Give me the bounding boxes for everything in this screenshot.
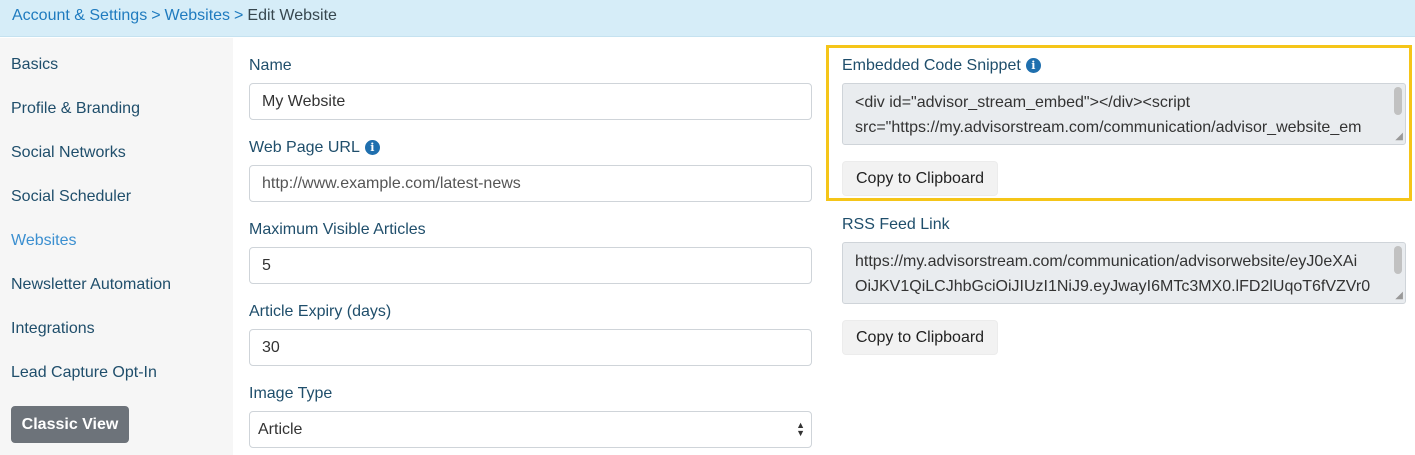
copy-embed-button[interactable]: Copy to Clipboard xyxy=(842,161,999,196)
rss-line-1: https://my.advisorstream.com/communicati… xyxy=(855,253,1358,270)
info-icon[interactable]: i xyxy=(1025,58,1041,73)
rss-line-2: OiJKV1QiLCJhbGciOiJIUzI1NiJ9.eyJwayI6MTc… xyxy=(855,278,1371,295)
sidebar-item-basics[interactable]: Basics xyxy=(11,56,58,74)
scrollbar-thumb[interactable] xyxy=(1394,246,1402,274)
url-label: Web Page URL i xyxy=(249,139,380,157)
breadcrumb-websites[interactable]: Websites xyxy=(165,7,231,24)
copy-rss-button[interactable]: Copy to Clipboard xyxy=(842,320,999,355)
breadcrumb-separator: > xyxy=(151,7,161,24)
embed-code-line-2: src="https://my.advisorstream.com/commun… xyxy=(855,119,1362,136)
scrollbar-thumb[interactable] xyxy=(1394,87,1402,115)
expiry-label: Article Expiry (days) xyxy=(249,303,392,320)
embed-label: Embedded Code Snippet i xyxy=(842,57,1041,75)
name-input[interactable]: My Website xyxy=(249,83,812,120)
info-icon[interactable]: i xyxy=(364,140,380,155)
expiry-input[interactable]: 30 xyxy=(249,329,812,366)
embed-label-text: Embedded Code Snippet xyxy=(842,57,1021,74)
breadcrumb: Account & Settings > Websites > Edit Website xyxy=(0,0,1415,37)
sidebar-item-newsletter-automation[interactable]: Newsletter Automation xyxy=(11,276,171,294)
resize-grip-icon[interactable]: ◢ xyxy=(1395,291,1403,301)
sidebar-item-social-scheduler[interactable]: Social Scheduler xyxy=(11,188,131,206)
classic-view-button[interactable]: Classic View xyxy=(11,406,129,443)
sidebar-item-profile-branding[interactable]: Profile & Branding xyxy=(11,100,140,118)
embed-code-textarea[interactable]: <div id="advisor_stream_embed"></div><sc… xyxy=(842,83,1406,145)
image-type-label: Image Type xyxy=(249,385,333,402)
image-type-value: Article xyxy=(258,421,303,438)
breadcrumb-separator: > xyxy=(234,7,244,24)
embed-code-line-1: <div id="advisor_stream_embed"></div><sc… xyxy=(855,94,1191,111)
sidebar-item-integrations[interactable]: Integrations xyxy=(11,320,95,338)
max-articles-input[interactable]: 5 xyxy=(249,247,812,284)
sidebar-item-lead-capture[interactable]: Lead Capture Opt-In xyxy=(11,364,157,382)
rss-label: RSS Feed Link xyxy=(842,216,950,233)
url-input[interactable]: http://www.example.com/latest-news xyxy=(249,165,812,202)
breadcrumb-current: Edit Website xyxy=(247,7,337,24)
image-type-select[interactable]: Article ▲ ▼ xyxy=(249,411,812,448)
max-articles-label: Maximum Visible Articles xyxy=(249,221,426,238)
select-arrows-icon: ▲ ▼ xyxy=(796,420,805,438)
name-label: Name xyxy=(249,57,292,74)
rss-feed-textarea[interactable]: https://my.advisorstream.com/communicati… xyxy=(842,242,1406,304)
sidebar-item-social-networks[interactable]: Social Networks xyxy=(11,144,126,162)
sidebar: Basics Profile & Branding Social Network… xyxy=(0,38,233,455)
url-label-text: Web Page URL xyxy=(249,139,360,156)
breadcrumb-account-settings[interactable]: Account & Settings xyxy=(12,7,147,24)
sidebar-item-websites[interactable]: Websites xyxy=(11,232,77,250)
resize-grip-icon[interactable]: ◢ xyxy=(1395,132,1403,142)
